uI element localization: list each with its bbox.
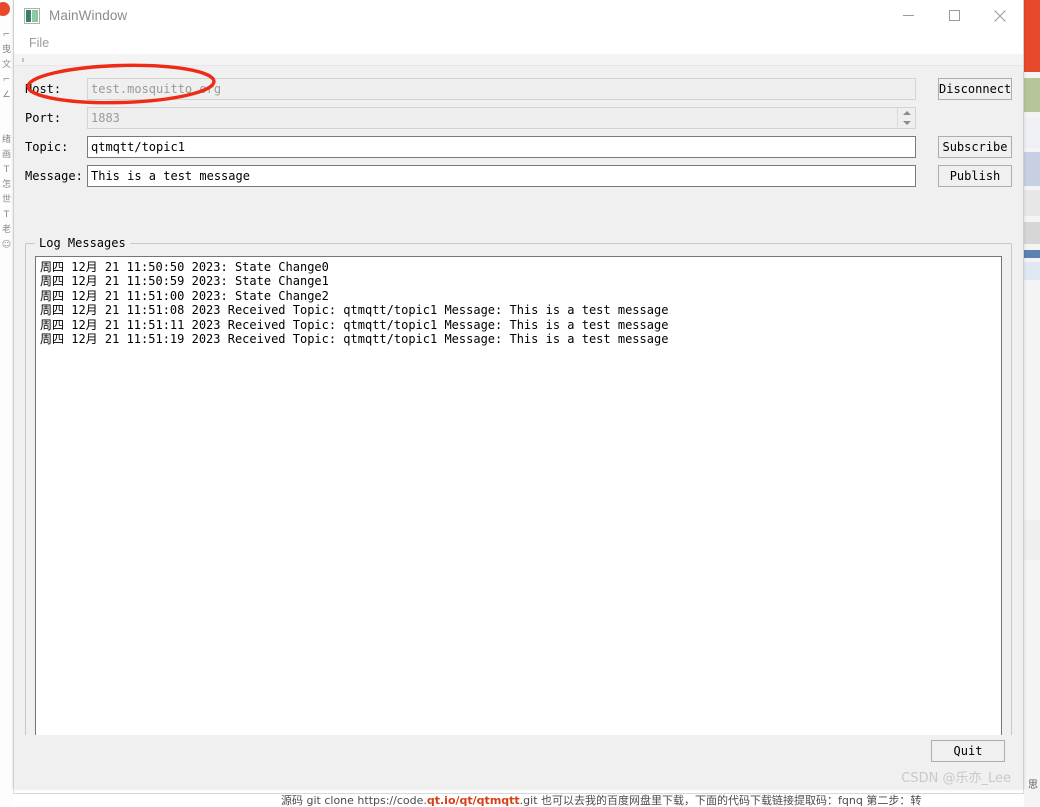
background-left-glyphs: ⌐ 曳 文 ⌐ ∠ 绪 画 T 怎 世 T 老 ☺ (1, 30, 12, 250)
background-bottom-text: 源码 git clone https://code.qt.io/qt/qtmqt… (13, 793, 1024, 807)
host-input[interactable]: test.mosquitto.org (87, 78, 916, 100)
background-band-6 (1024, 262, 1040, 280)
subscribe-button[interactable]: Subscribe (938, 136, 1012, 158)
log-messages-title: Log Messages (35, 236, 130, 250)
log-messages-group: Log Messages 周四 12月 21 11:50:50 2023: St… (25, 236, 1012, 777)
host-row: Host: test.mosquitto.org (25, 78, 1012, 100)
spin-down-arrow-icon (902, 121, 911, 125)
background-left-sidebar: ⌐ 曳 文 ⌐ ∠ 绪 画 T 怎 世 T 老 ☺ (0, 0, 14, 807)
background-band-4 (1024, 222, 1040, 244)
background-bottom-text-suffix: .git 也可以去我的百度网盘里下载，下面的代码下载链接提取码：fqnq 第二步… (519, 794, 922, 807)
minimize-icon (902, 15, 914, 16)
maximize-icon (948, 10, 960, 21)
csdn-watermark: CSDN @乐亦_Lee (901, 771, 1011, 786)
topic-row: Topic: qtmqtt/topic1 (25, 136, 1012, 158)
toolbar-handle[interactable] (14, 54, 1023, 66)
window-title: MainWindow (49, 8, 128, 23)
background-band-5 (1024, 250, 1040, 258)
topic-input[interactable]: qtmqtt/topic1 (87, 136, 916, 158)
menu-item-file[interactable]: File (22, 34, 56, 52)
port-row: Port: 1883 (25, 107, 1012, 129)
log-line: 周四 12月 21 11:51:08 2023 Received Topic: … (40, 303, 669, 318)
background-right-sidebar (1023, 0, 1040, 807)
message-input[interactable]: This is a test message (87, 165, 916, 187)
quit-button[interactable]: Quit (931, 740, 1005, 762)
disconnect-button[interactable]: Disconnect (938, 78, 1012, 100)
log-line: 周四 12月 21 11:51:00 2023: State Change2 (40, 288, 329, 303)
bottom-bar: Quit CSDN @乐亦_Lee (14, 735, 1023, 788)
background-orange-banner (1024, 0, 1040, 72)
port-spin-up-button[interactable] (898, 108, 915, 118)
maximize-button[interactable] (931, 0, 977, 31)
port-spinbox[interactable]: 1883 (87, 107, 916, 129)
port-spin-buttons[interactable] (897, 108, 915, 128)
spin-up-arrow-icon (902, 111, 911, 115)
background-band-7 (1024, 520, 1040, 560)
port-label: Port: (25, 111, 62, 125)
host-label: Host: (25, 82, 62, 96)
background-band-3 (1024, 190, 1040, 216)
publish-button[interactable]: Publish (938, 165, 1012, 187)
topic-label: Topic: (25, 140, 69, 154)
log-line: 周四 12月 21 11:51:19 2023 Received Topic: … (40, 332, 669, 347)
close-icon (994, 9, 1006, 22)
log-line: 周四 12月 21 11:50:59 2023: State Change1 (40, 274, 329, 289)
window-controls (885, 0, 1023, 31)
central-widget: Host: test.mosquitto.org Disconnect Port… (14, 66, 1023, 789)
message-row: Message: This is a test message (25, 165, 1012, 187)
menu-bar: File (14, 32, 1023, 54)
close-button[interactable] (977, 0, 1023, 31)
title-bar: MainWindow (14, 0, 1023, 32)
background-right-glyph: 思 (1028, 780, 1038, 791)
port-spin-down-button[interactable] (898, 118, 915, 128)
main-window: MainWindow File Host: test.mosquitto.org… (13, 0, 1024, 789)
log-line: 周四 12月 21 11:51:11 2023 Received Topic: … (40, 317, 669, 332)
minimize-button[interactable] (885, 0, 931, 31)
background-bottom-text-link[interactable]: qt.io/qt/qtmqtt (427, 794, 520, 807)
log-output[interactable]: 周四 12月 21 11:50:50 2023: State Change0 周四… (35, 256, 1002, 767)
background-band-1 (1024, 118, 1040, 148)
message-label: Message: (25, 169, 83, 183)
app-icon (24, 7, 40, 24)
background-band-2 (1024, 152, 1040, 186)
background-green-banner (1024, 78, 1040, 112)
background-bottom-text-prefix: 源码 git clone https://code. (281, 794, 427, 807)
log-line: 周四 12月 21 11:50:50 2023: State Change0 (40, 260, 329, 274)
port-input[interactable]: 1883 (87, 107, 916, 129)
